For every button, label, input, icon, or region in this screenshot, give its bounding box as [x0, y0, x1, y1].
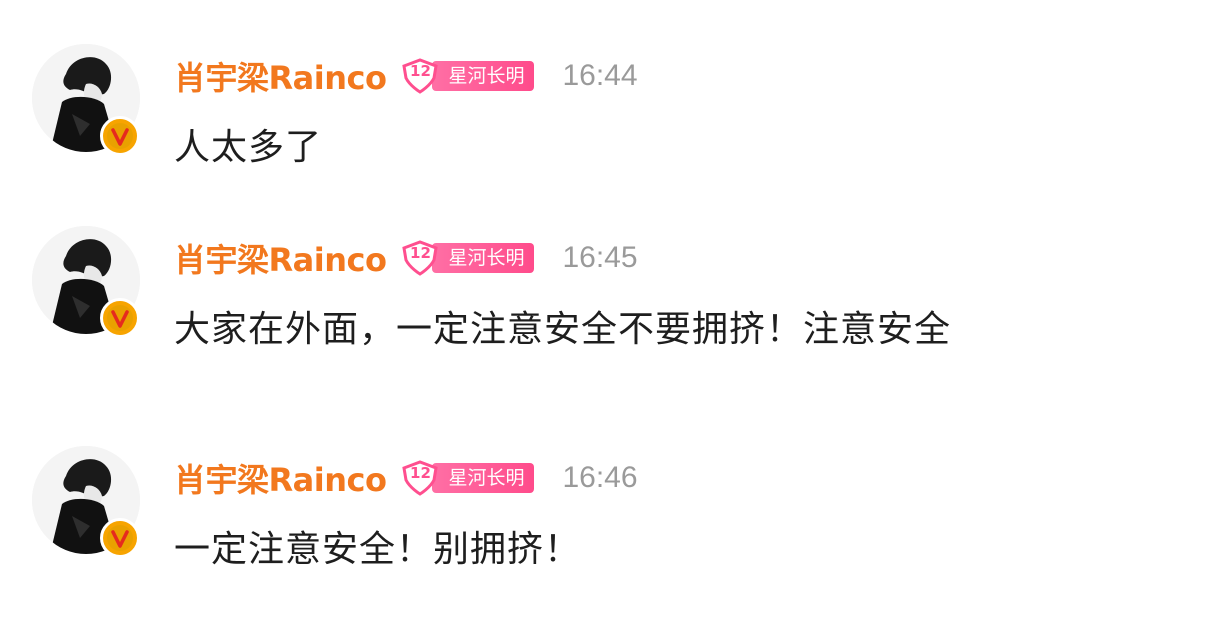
fan-badge[interactable]: 12 星河长明: [400, 58, 535, 94]
chat-message: 肖宇梁Rainco 12 星河长明 16:45 大家在外面，一定注意安全不要拥挤…: [0, 226, 1213, 366]
timestamp: 16:46: [562, 461, 638, 494]
username[interactable]: 肖宇梁Rainco: [174, 235, 387, 281]
fan-badge[interactable]: 12 星河长明: [400, 460, 535, 496]
verified-icon: [100, 518, 140, 558]
verified-icon: [100, 298, 140, 338]
timestamp: 16:45: [562, 241, 638, 274]
message-text: 大家在外面，一定注意安全不要拥挤！注意安全: [174, 309, 952, 350]
fan-level-number: 12: [410, 244, 431, 262]
timestamp: 16:44: [562, 59, 638, 92]
message-text: 一定注意安全！别拥挤！: [174, 529, 582, 570]
verified-icon: [100, 116, 140, 156]
fan-group-name: 星河长明: [432, 243, 535, 273]
fan-group-name: 星河长明: [432, 61, 535, 91]
chat-message: 肖宇梁Rainco 12 星河长明 16:44 人太多了: [0, 44, 1213, 184]
heart-shield-icon: 12: [400, 460, 440, 496]
username[interactable]: 肖宇梁Rainco: [174, 455, 387, 501]
fan-level-number: 12: [410, 62, 431, 80]
chat-feed: 肖宇梁Rainco 12 星河长明 16:44 人太多了 肖宇梁Rainco 1…: [0, 0, 1213, 627]
message-header: 肖宇梁Rainco 12 星河长明 16:46: [174, 456, 638, 500]
chat-message: 肖宇梁Rainco 12 星河长明 16:46 一定注意安全！别拥挤！: [0, 446, 1213, 586]
heart-shield-icon: 12: [400, 58, 440, 94]
username[interactable]: 肖宇梁Rainco: [174, 53, 387, 99]
fan-level-number: 12: [410, 464, 431, 482]
fan-badge[interactable]: 12 星河长明: [400, 240, 535, 276]
fan-group-name: 星河长明: [432, 463, 535, 493]
message-text: 人太多了: [174, 127, 323, 168]
message-header: 肖宇梁Rainco 12 星河长明 16:44: [174, 54, 638, 98]
heart-shield-icon: 12: [400, 240, 440, 276]
message-header: 肖宇梁Rainco 12 星河长明 16:45: [174, 236, 638, 280]
